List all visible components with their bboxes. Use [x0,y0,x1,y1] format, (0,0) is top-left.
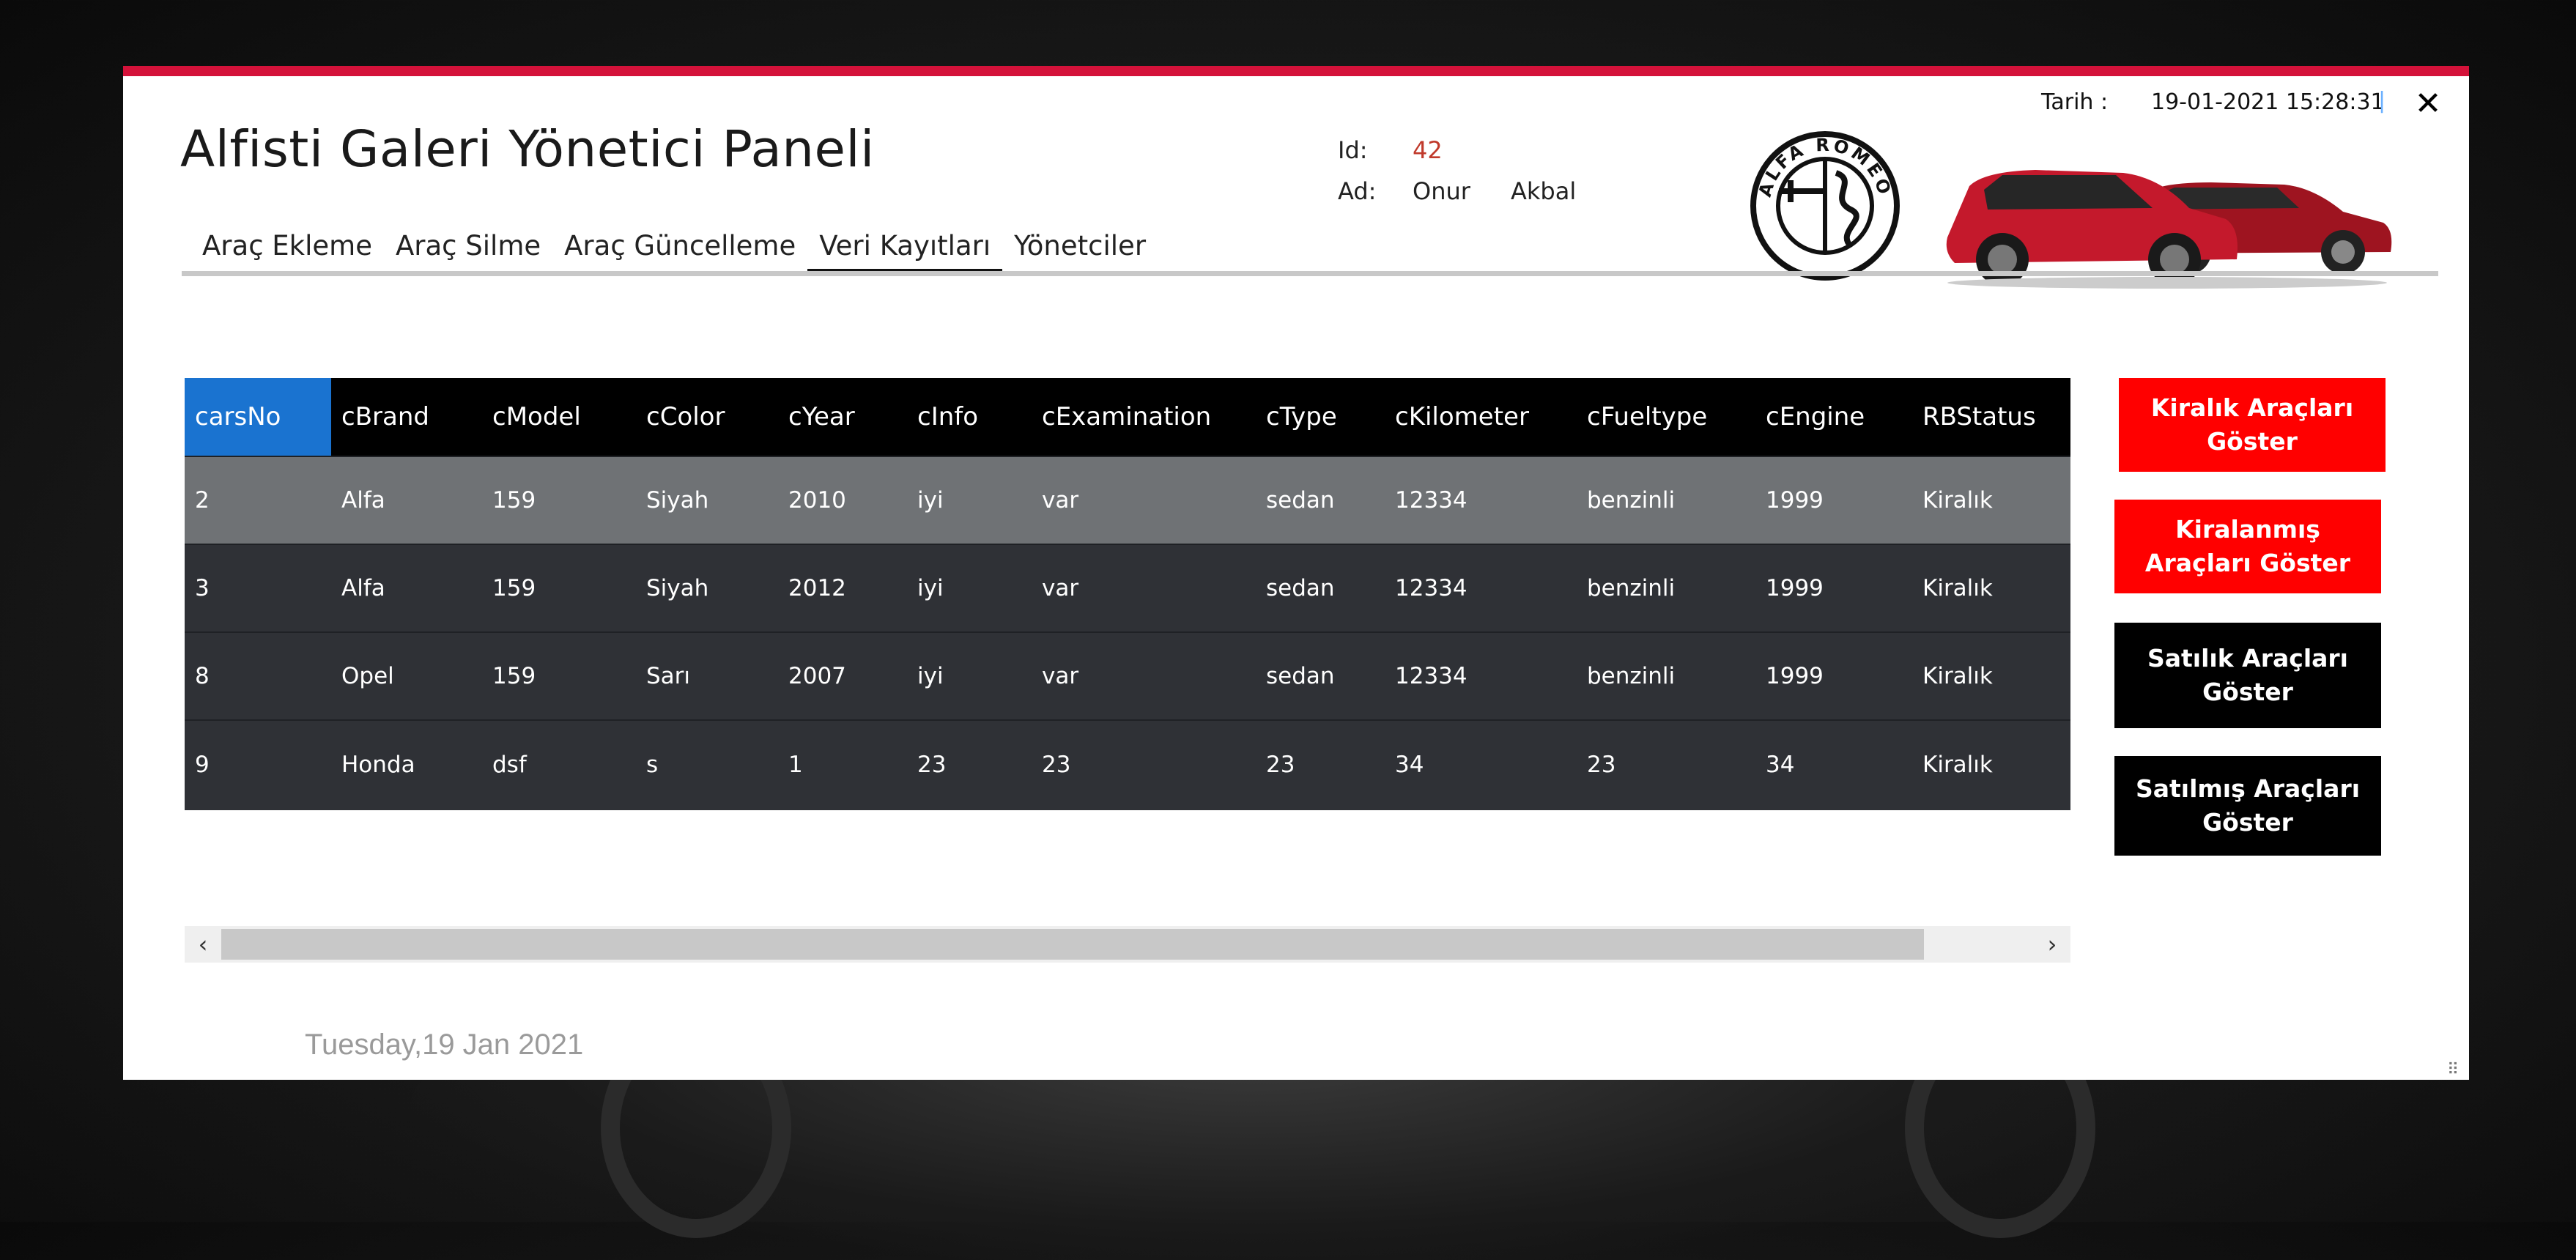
table-cell[interactable]: benzinli [1577,456,1755,544]
table-cell[interactable]: sedan [1256,544,1385,632]
column-header[interactable]: cType [1256,378,1385,456]
horizontal-scrollbar[interactable]: ‹ › [185,926,2070,963]
table-cell[interactable]: Opel [331,631,482,720]
table-cell[interactable]: benzinli [1577,544,1755,632]
close-button[interactable]: ✕ [2410,86,2446,122]
app-title: Alfisti Galeri Yönetici Paneli [180,120,875,179]
table-cell[interactable]: Sarı [636,631,778,720]
column-header[interactable]: cBrand [331,378,482,456]
table-cell[interactable]: var [1032,456,1256,544]
table-cell[interactable]: Kiralık [1912,544,2070,632]
date-value: 19-01-2021 15:28:31 [2151,89,2385,115]
grid-header-row: carsNo cBrand cModel cColor cYear cInfo … [185,378,2070,456]
table-row[interactable]: 2 Alfa 159 Siyah 2010 iyi var sedan 1233… [185,456,2070,544]
column-header[interactable]: RBStatus [1912,378,2070,456]
show-rental-cars-button[interactable]: Kiralık Araçları Göster [2119,378,2386,472]
table-cell[interactable]: dsf [482,719,636,808]
table-row[interactable]: 9 Honda dsf s 1 23 23 23 34 23 34 Kiralı… [185,719,2070,808]
table-cell[interactable]: Alfa [331,544,482,632]
alfa-romeo-logo: ALFA ROMEO [1750,131,1900,281]
table-cell[interactable]: 34 [1385,719,1577,808]
table-cell[interactable]: 1 [778,719,907,808]
column-header[interactable]: cYear [778,378,907,456]
first-name-value: Onur [1413,177,1470,205]
date-label: Tarih : [2041,89,2109,115]
table-cell[interactable]: iyi [907,631,1032,720]
table-cell[interactable]: sedan [1256,456,1385,544]
table-cell[interactable]: 12334 [1385,631,1577,720]
tab-veri-kayitlari[interactable]: Veri Kayıtları [807,224,1003,274]
table-cell[interactable]: 159 [482,631,636,720]
table-cell[interactable]: 23 [1256,719,1385,808]
table-cell[interactable]: 159 [482,544,636,632]
table-cell[interactable]: iyi [907,456,1032,544]
column-header[interactable]: cModel [482,378,636,456]
table-cell[interactable]: Kiralık [1912,719,2070,808]
table-cell[interactable]: sedan [1256,631,1385,720]
scroll-right-arrow-icon[interactable]: › [2034,926,2070,963]
table-cell[interactable]: Kiralık [1912,456,2070,544]
data-grid[interactable]: carsNo cBrand cModel cColor cYear cInfo … [185,378,2070,810]
table-cell[interactable]: Siyah [636,544,778,632]
table-cell[interactable]: var [1032,544,1256,632]
resize-grip-icon[interactable]: ⠿ [2447,1061,2459,1079]
column-header[interactable]: cFueltype [1577,378,1755,456]
car-image [1946,170,2392,289]
scroll-thumb[interactable] [221,929,1924,960]
table-cell[interactable]: 2 [185,456,331,544]
table-cell[interactable]: benzinli [1577,631,1755,720]
table-cell[interactable]: 3 [185,544,331,632]
date-separator: | [2378,88,2386,114]
id-value: 42 [1413,136,1443,164]
table-row[interactable]: 8 Opel 159 Sarı 2007 iyi var sedan 12334… [185,631,2070,720]
table-cell[interactable]: 2010 [778,456,907,544]
last-name-value: Akbal [1511,177,1577,205]
table-cell[interactable]: 12334 [1385,544,1577,632]
column-header[interactable]: cInfo [907,378,1032,456]
table-cell[interactable]: 9 [185,719,331,808]
tab-arac-silme[interactable]: Araç Silme [384,224,552,274]
table-cell[interactable]: 2012 [778,544,907,632]
table-cell[interactable]: 12334 [1385,456,1577,544]
show-rented-cars-button[interactable]: Kiralanmış Araçları Göster [2114,500,2381,593]
table-cell[interactable]: 8 [185,631,331,720]
show-for-sale-cars-button[interactable]: Satılık Araçları Göster [2114,623,2381,728]
table-cell[interactable]: 2007 [778,631,907,720]
table-cell[interactable]: Honda [331,719,482,808]
table-cell[interactable]: 34 [1755,719,1912,808]
table-cell[interactable]: iyi [907,544,1032,632]
tab-arac-ekleme[interactable]: Araç Ekleme [190,224,384,274]
table-cell[interactable]: Siyah [636,456,778,544]
id-label: Id: [1338,136,1368,164]
tab-arac-guncelleme[interactable]: Araç Güncelleme [552,224,807,274]
column-header[interactable]: cEngine [1755,378,1912,456]
table-row[interactable]: 3 Alfa 159 Siyah 2012 iyi var sedan 1233… [185,544,2070,632]
show-sold-cars-button[interactable]: Satılmış Araçları Göster [2114,756,2381,856]
nav-tabs: Araç Ekleme Araç Silme Araç Güncelleme V… [190,224,1158,274]
column-header[interactable]: cExamination [1032,378,1256,456]
table-cell[interactable]: 23 [907,719,1032,808]
table-cell[interactable]: Alfa [331,456,482,544]
column-header[interactable]: cColor [636,378,778,456]
table-cell[interactable]: 23 [1032,719,1256,808]
footer-date: Tuesday,19 Jan 2021 [305,1029,584,1061]
table-cell[interactable]: var [1032,631,1256,720]
table-cell[interactable]: 159 [482,456,636,544]
name-label: Ad: [1338,177,1377,205]
table-cell[interactable]: 1999 [1755,456,1912,544]
tab-yonetciler[interactable]: Yönetciler [1002,224,1158,274]
nav-divider [182,271,2438,276]
table-cell[interactable]: 1999 [1755,544,1912,632]
scroll-left-arrow-icon[interactable]: ‹ [185,926,221,963]
table-cell[interactable]: s [636,719,778,808]
column-header[interactable]: carsNo [185,378,331,456]
admin-window: Alfisti Galeri Yönetici Paneli Tarih : 1… [123,66,2469,1080]
table-cell[interactable]: Kiralık [1912,631,2070,720]
column-header[interactable]: cKilometer [1385,378,1577,456]
table-cell[interactable]: 1999 [1755,631,1912,720]
table-cell[interactable]: 23 [1577,719,1755,808]
